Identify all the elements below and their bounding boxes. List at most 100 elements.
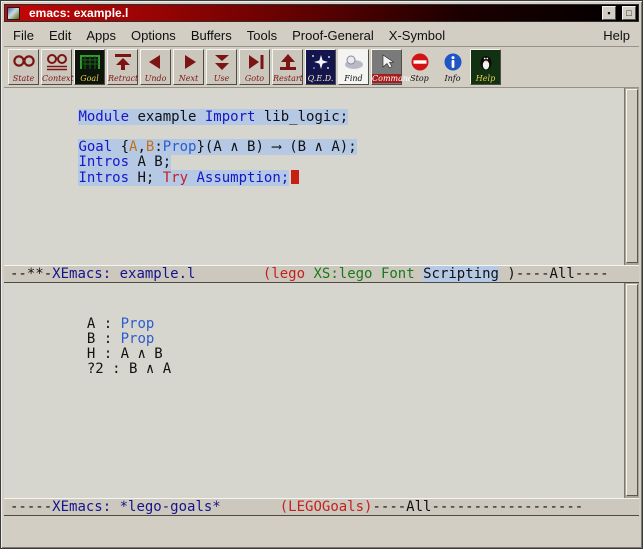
toolbar-label: Retract xyxy=(108,74,137,83)
minibuffer[interactable] xyxy=(4,516,639,545)
modeline-dashes: ----- xyxy=(10,499,52,515)
minimize-icon: ▪ xyxy=(607,9,610,18)
toolbar-label: Undo xyxy=(141,74,170,83)
find-icon xyxy=(339,50,368,74)
toolbar-button-qed[interactable]: Q.E.D. xyxy=(305,49,336,85)
state-icon xyxy=(9,50,38,74)
window-icon[interactable] xyxy=(7,7,20,20)
token: A B; xyxy=(129,154,171,170)
modeline-buffer-id: XEmacs: *lego-goals* xyxy=(52,499,221,515)
help-icon xyxy=(471,50,500,74)
toolbar-button-info[interactable]: Info xyxy=(437,49,468,85)
token: : xyxy=(154,139,162,155)
menu-item-edit[interactable]: Edit xyxy=(49,28,71,43)
token: Prop xyxy=(121,331,155,347)
toolbar-button-goal[interactable]: Goal xyxy=(74,49,105,85)
script-scrollbar-thumb[interactable] xyxy=(626,89,638,263)
token: Prop xyxy=(163,139,197,155)
goal-icon xyxy=(75,50,104,74)
menu-item-x-symbol[interactable]: X-Symbol xyxy=(389,28,445,43)
modeline-mode-font: Font xyxy=(381,266,415,282)
maximize-button[interactable]: □ xyxy=(622,6,636,20)
window-title: emacs: example.l xyxy=(24,6,596,20)
modeline-dashes: ----All---- xyxy=(516,266,609,282)
toolbar-button-stop[interactable]: Stop xyxy=(404,49,435,85)
toolbar-button-undo[interactable]: Undo xyxy=(140,49,171,85)
modeline-buffer-id: XEmacs: example.l xyxy=(52,266,195,282)
toolbar-button-help[interactable]: Help xyxy=(470,49,501,85)
modeline-gap xyxy=(221,499,280,515)
toolbar-button-context[interactable]: Context xyxy=(41,49,72,85)
menu-item-apps[interactable]: Apps xyxy=(86,28,116,43)
toolbar: State Context Goal xyxy=(4,47,639,88)
menubar: File Edit Apps Options Buffers Tools Pro… xyxy=(4,24,639,47)
token: Intros xyxy=(78,170,129,186)
menu-item-options[interactable]: Options xyxy=(131,28,176,43)
modeline-dashes: ----All------------------ xyxy=(372,499,583,515)
minimize-button[interactable]: ▪ xyxy=(602,6,616,20)
qed-icon xyxy=(306,50,335,74)
menu-item-file[interactable]: File xyxy=(13,28,34,43)
goals-scrollbar[interactable] xyxy=(624,283,639,498)
menu-item-proof-general[interactable]: Proof-General xyxy=(292,28,374,43)
restart-icon xyxy=(273,50,302,74)
modeline-gap xyxy=(195,266,262,282)
info-icon xyxy=(438,50,467,74)
buffer-line: Module example Import lib_logic; xyxy=(11,95,624,110)
goals-scrollbar-thumb[interactable] xyxy=(626,284,638,496)
menu-item-buffers[interactable]: Buffers xyxy=(191,28,232,43)
menu-item-help[interactable]: Help xyxy=(603,28,630,43)
script-scrollbar[interactable] xyxy=(624,88,639,265)
token: , xyxy=(137,139,145,155)
modeline-goals: -----XEmacs: *lego-goals* (LEGOGoals)---… xyxy=(4,498,639,516)
modeline-script: --**-XEmacs: example.l (lego XS:lego Fon… xyxy=(4,265,639,283)
token: { xyxy=(112,139,129,155)
toolbar-button-retract[interactable]: Retract xyxy=(107,49,138,85)
toolbar-label: State xyxy=(9,74,38,83)
toolbar-button-use[interactable]: Use xyxy=(206,49,237,85)
token: A : xyxy=(78,316,120,332)
toolbar-button-command[interactable]: Command xyxy=(371,49,402,85)
modeline-space xyxy=(373,266,381,282)
modeline-paren: ) xyxy=(499,266,516,282)
toolbar-button-restart[interactable]: Restart xyxy=(272,49,303,85)
token: Intros xyxy=(78,154,129,170)
toolbar-label: Goal xyxy=(75,74,104,83)
token: Prop xyxy=(121,316,155,332)
stop-icon xyxy=(405,50,434,74)
titlebar[interactable]: emacs: example.l ▪ □ xyxy=(4,4,639,22)
token: Assumption; xyxy=(196,170,289,186)
toolbar-button-goto[interactable]: Goto xyxy=(239,49,270,85)
retract-icon xyxy=(108,50,137,74)
toolbar-button-next[interactable]: Next xyxy=(173,49,204,85)
toolbar-label: Context xyxy=(42,74,71,83)
toolbar-label: Goto xyxy=(240,74,269,83)
toolbar-label: Use xyxy=(207,74,236,83)
modeline-mode-xsymbol: XS:lego xyxy=(313,266,372,282)
token: H; xyxy=(129,170,163,186)
toolbar-label: Help xyxy=(471,74,500,83)
menu-item-tools[interactable]: Tools xyxy=(247,28,277,43)
toolbar-label: Stop xyxy=(405,74,434,83)
toolbar-button-state[interactable]: State xyxy=(8,49,39,85)
toolbar-label: Restart xyxy=(273,74,302,83)
goto-icon xyxy=(240,50,269,74)
token: }(A ∧ B) ⟶ (B ∧ A); xyxy=(196,139,356,155)
script-buffer[interactable]: Module example Import lib_logic; Goal {A… xyxy=(4,88,624,265)
token: B : xyxy=(78,331,120,347)
text-cursor xyxy=(291,170,299,184)
token: lib_logic; xyxy=(255,109,348,125)
token: ?2 : B ∧ A xyxy=(78,361,171,377)
xemacs-window: emacs: example.l ▪ □ File Edit Apps Opti… xyxy=(0,0,643,549)
modeline-space xyxy=(415,266,423,282)
goals-buffer[interactable]: A : Prop B : Prop H : A ∧ B ?2 : B ∧ A xyxy=(4,283,624,498)
command-icon xyxy=(372,50,401,74)
token: Try xyxy=(163,170,188,186)
token: H : A ∧ B xyxy=(78,346,162,362)
token: Import xyxy=(205,109,256,125)
toolbar-button-find[interactable]: Find xyxy=(338,49,369,85)
maximize-icon: □ xyxy=(626,9,631,18)
modeline-mode-scripting: Scripting xyxy=(423,266,499,282)
use-icon xyxy=(207,50,236,74)
token: example xyxy=(129,109,205,125)
